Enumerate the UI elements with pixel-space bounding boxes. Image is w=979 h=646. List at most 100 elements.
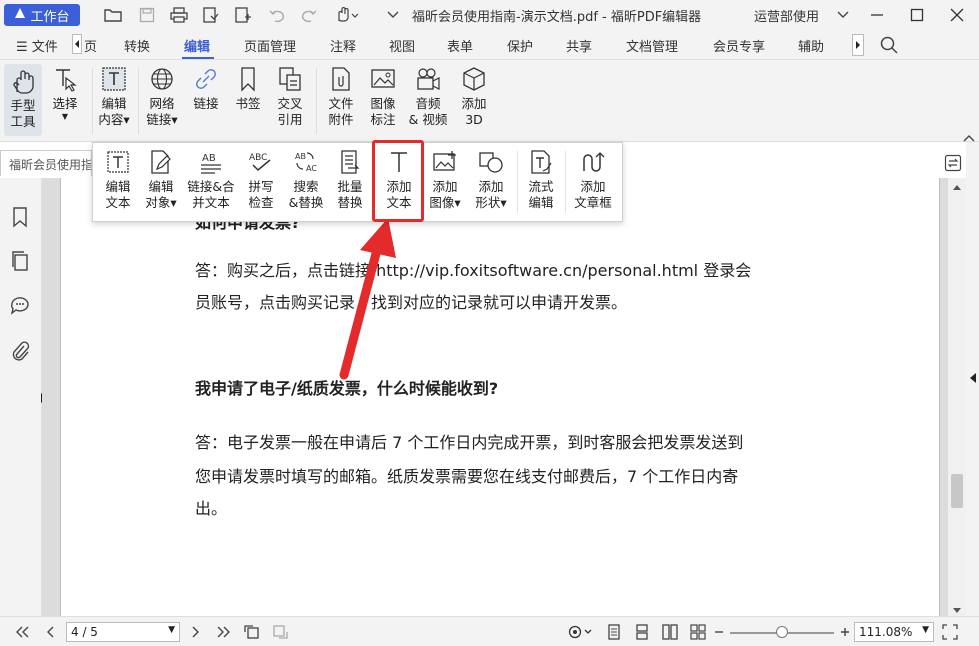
bookmark-button[interactable]: 书签 (228, 66, 268, 112)
edit-object-label: 编辑 对象▾ (145, 179, 177, 210)
web-link-button[interactable]: 网络 链接▾ (142, 66, 182, 128)
continuous-facing-icon[interactable] (688, 623, 708, 641)
first-page-icon[interactable] (12, 623, 32, 641)
document-tab[interactable]: 福昕会员使用指 (0, 150, 92, 176)
continuous-page-icon[interactable] (632, 623, 652, 641)
single-page-icon[interactable] (604, 623, 624, 641)
link-icon (193, 66, 219, 92)
maximize-icon[interactable] (904, 3, 930, 27)
pages-panel-icon[interactable] (9, 250, 31, 272)
red-arrow-annotation (339, 218, 396, 380)
zoom-level-input[interactable]: 111.08% ▼ (854, 622, 934, 642)
customize-chevron-icon[interactable] (384, 3, 402, 27)
edit-text-button[interactable]: 编辑 文本 (99, 149, 137, 211)
zoom-dropdown-icon: ▼ (922, 625, 929, 635)
next-page-icon[interactable] (186, 623, 206, 641)
minimize-icon[interactable] (864, 3, 890, 27)
scroll-up-icon[interactable] (952, 180, 962, 195)
question2-heading: 我申请了电子/纸质发票，什么时候能收到? (195, 379, 499, 398)
spell-check-button[interactable]: ABC 拼写 检查 (241, 149, 281, 211)
redo-icon[interactable] (298, 3, 320, 27)
add-textbox-button[interactable]: 添加 文章框 (569, 149, 617, 211)
workbench-button[interactable]: 工作台 (4, 4, 80, 26)
search-icon[interactable] (880, 36, 898, 58)
flow-edit-button[interactable]: 流式 编辑 (521, 149, 561, 211)
link-merge-text-button[interactable]: AB 链接&合 并文本 (185, 149, 237, 211)
scroll-left-button[interactable] (72, 34, 82, 54)
edit-content-label: 编辑 内容▾ (98, 96, 130, 127)
add-3d-label: 添加 3D (461, 96, 487, 127)
last-page-icon[interactable] (214, 623, 234, 641)
vertical-scroll-thumb[interactable] (951, 474, 963, 508)
search-replace-button[interactable]: AB AC 搜索 &替换 (285, 149, 327, 211)
tab-member-exclusive[interactable]: 会员专享 (713, 36, 765, 55)
hand-dropdown-icon[interactable] (332, 3, 362, 27)
select-button[interactable]: 选择 ▼ (46, 66, 84, 122)
link-button[interactable]: 链接 (186, 66, 226, 112)
add-shape-button[interactable]: 添加 形状▾ (469, 149, 513, 211)
expand-right-panel-icon[interactable] (969, 372, 977, 388)
menu-bar: ☰ 文件 页 转换 编辑 页面管理 注释 视图 表单 保护 共享 文档管理 会员… (0, 30, 979, 60)
previous-page-icon[interactable] (40, 623, 60, 641)
tab-form[interactable]: 表单 (447, 36, 473, 55)
cross-reference-button[interactable]: 交叉 引用 (270, 66, 310, 128)
collapse-chevron-icon[interactable] (832, 3, 854, 27)
add-image-button[interactable]: 添加 图像▾ (423, 149, 467, 211)
vertical-scrollbar[interactable] (948, 178, 966, 616)
scan-icon[interactable] (200, 3, 222, 27)
scroll-right-button[interactable] (852, 34, 864, 56)
undo-icon[interactable] (266, 3, 288, 27)
tab-convert[interactable]: 转换 (124, 36, 150, 55)
tab-page-management[interactable]: 页面管理 (244, 36, 296, 55)
search-replace-label: 搜索 &替换 (288, 179, 324, 210)
tab-partial[interactable]: 页 (84, 36, 97, 55)
tab-assist[interactable]: 辅助 (798, 36, 824, 55)
save-icon[interactable] (136, 3, 158, 27)
tab-edit[interactable]: 编辑 (184, 36, 210, 55)
hand-tool-button[interactable]: 手型 工具 (4, 64, 42, 136)
close-icon[interactable] (944, 3, 970, 27)
dropdown-separator (565, 151, 566, 213)
tab-document-management[interactable]: 文档管理 (626, 36, 678, 55)
tab-share[interactable]: 共享 (566, 36, 592, 55)
edit-content-dropdown: 编辑 文本 编辑 对象▾ AB 链接&合 并文本 ABC 拼写 检查 AB AC 搜索 &替… (92, 142, 623, 222)
add-3d-button[interactable]: 添加 3D (454, 66, 494, 128)
open-folder-icon[interactable] (102, 3, 124, 27)
panel-toggle-icon[interactable] (944, 154, 966, 174)
user-account[interactable]: 运营部使用 (754, 6, 819, 25)
answer1-line2: 员账号，点击购买记录，找到对应的记录就可以申请开发票。 (195, 293, 628, 312)
edit-content-button[interactable]: 编辑 内容▾ (94, 66, 134, 128)
link-merge-icon: AB (198, 149, 224, 175)
edit-text-label: 编辑 文本 (105, 179, 131, 210)
facing-page-icon[interactable] (660, 623, 680, 641)
answer2-line1: 答：电子发票一般在申请后 7 个工作日内完成开票，到时客服会把发票发送到 (195, 433, 744, 452)
next-view-icon[interactable] (270, 623, 290, 641)
previous-view-icon[interactable] (242, 623, 262, 641)
image-annotation-button[interactable]: 图像 标注 (362, 66, 404, 128)
tab-view[interactable]: 视图 (389, 36, 415, 55)
zoom-slider-thumb[interactable] (776, 626, 788, 638)
audio-video-button[interactable]: 音频 & 视频 (404, 66, 452, 128)
tab-protect[interactable]: 保护 (507, 36, 533, 55)
fullscreen-icon[interactable] (940, 623, 960, 641)
zoom-in-icon[interactable] (838, 623, 852, 641)
reading-mode-icon[interactable] (566, 623, 596, 641)
svg-text:AB: AB (202, 153, 216, 164)
add-shape-icon (478, 149, 504, 175)
batch-replace-button[interactable]: 批量 替换 (329, 149, 371, 211)
active-tab-indicator (182, 57, 214, 59)
attachments-panel-icon[interactable] (9, 340, 31, 362)
tab-comment[interactable]: 注释 (330, 36, 356, 55)
file-menu[interactable]: ☰ 文件 (16, 36, 58, 55)
edit-object-icon (148, 149, 174, 175)
file-attachment-button[interactable]: 文件 附件 (320, 66, 362, 128)
print-icon[interactable] (168, 3, 190, 27)
bookmark-panel-icon[interactable] (9, 206, 31, 228)
comments-panel-icon[interactable] (9, 294, 31, 316)
new-document-icon[interactable] (232, 3, 254, 27)
zoom-out-icon[interactable] (712, 623, 726, 641)
web-link-label: 网络 链接▾ (146, 96, 178, 127)
page-number-input[interactable]: 4 / 5 ▼ (66, 622, 180, 642)
hand-tool-label: 手型 工具 (10, 98, 36, 129)
edit-object-button[interactable]: 编辑 对象▾ (139, 149, 183, 211)
